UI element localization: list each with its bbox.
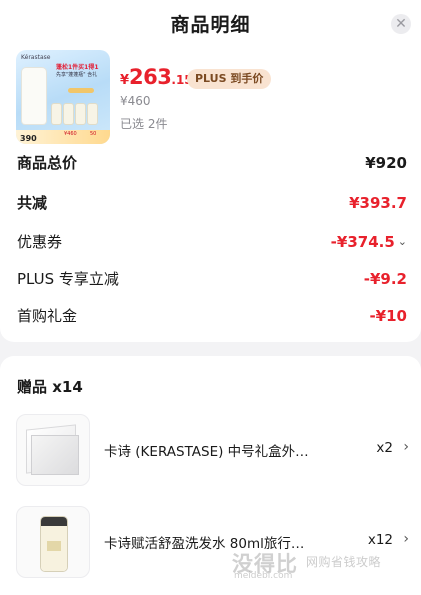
gifts-title: 赠品 x14 [17,378,83,396]
plus-discount-value: -¥9.2 [363,269,407,288]
thumb-ribbon [68,88,94,93]
plus-discount-label: PLUS 专享立减 [17,270,119,288]
price-integer: 263 [129,65,172,89]
watermark-site: meidebi.com [234,571,293,581]
thumb-price: 390 [20,134,37,143]
thumb-tag-right: 50 [90,131,97,137]
first-purchase-row: 首购礼金 -¥10 [17,305,407,326]
gift-qty: x12 [367,532,393,548]
chevron-right-icon[interactable]: › [403,439,409,455]
sheet-header: 商品明细 ✕ Kérastase 蓬松1件买1得1 先享"蓬蓬瓶" 含礼 390… [0,0,421,150]
discount-value: ¥393.7 [349,193,407,212]
total-row: 商品总价 ¥920 [17,152,407,173]
page-title: 商品明细 [170,14,251,36]
discount-row: 共减 ¥393.7 [17,192,407,213]
thumb-brand: Kérastase [21,54,51,61]
gift-name: 卡诗 (KERASTASE) 中号礼盒外… [104,444,309,460]
thumb-ad-line2: 先享"蓬蓬瓶" 含礼 [56,72,98,78]
bottle-image [22,68,46,124]
coupon-value-wrap[interactable]: -¥374.5 ⌄ [331,233,407,251]
total-value: ¥920 [365,153,407,172]
selected-count: 已选 2件 [120,117,168,131]
mini-bottle-image [76,104,85,124]
gift-bottle-image [16,506,90,578]
price-summary: 商品总价 ¥920 共减 ¥393.7 优惠券 -¥374.5 ⌄ PLUS 专… [0,150,421,342]
mini-bottle-image [88,104,97,124]
mini-bottle-image [64,104,73,124]
gift-qty: x2 [376,440,393,456]
coupon-row[interactable]: 优惠券 -¥374.5 ⌄ [17,231,407,252]
thumb-tag-left: ¥460 [64,131,77,137]
total-label: 商品总价 [17,154,78,172]
coupon-value: -¥374.5 [330,232,395,251]
gift-item[interactable]: 卡诗 (KERASTASE) 中号礼盒外… x2 › [16,414,411,486]
chevron-right-icon[interactable]: › [403,531,409,547]
mini-bottle-image [52,104,61,124]
thumb-ad-line1: 蓬松1件买1得1 [56,64,99,71]
coupon-label: 优惠券 [17,233,63,251]
product-price: ¥263.15 [120,65,193,89]
plus-discount-row: PLUS 专享立减 -¥9.2 [17,268,407,289]
plus-price-badge: PLUS 到手价 [187,69,272,89]
first-purchase-label: 首购礼金 [17,307,78,325]
product-thumbnail[interactable]: Kérastase 蓬松1件买1得1 先享"蓬蓬瓶" 含礼 390 ¥460 5… [16,50,110,144]
watermark-slogan: 网购省钱攻略 [306,555,382,569]
price-currency: ¥ [120,73,130,88]
discount-label: 共减 [17,194,48,212]
chevron-down-icon[interactable]: ⌄ [398,235,407,248]
close-icon[interactable]: ✕ [391,14,411,34]
original-price: ¥460 [120,94,151,108]
gift-box-image [16,414,90,486]
first-purchase-value: -¥10 [369,306,407,325]
